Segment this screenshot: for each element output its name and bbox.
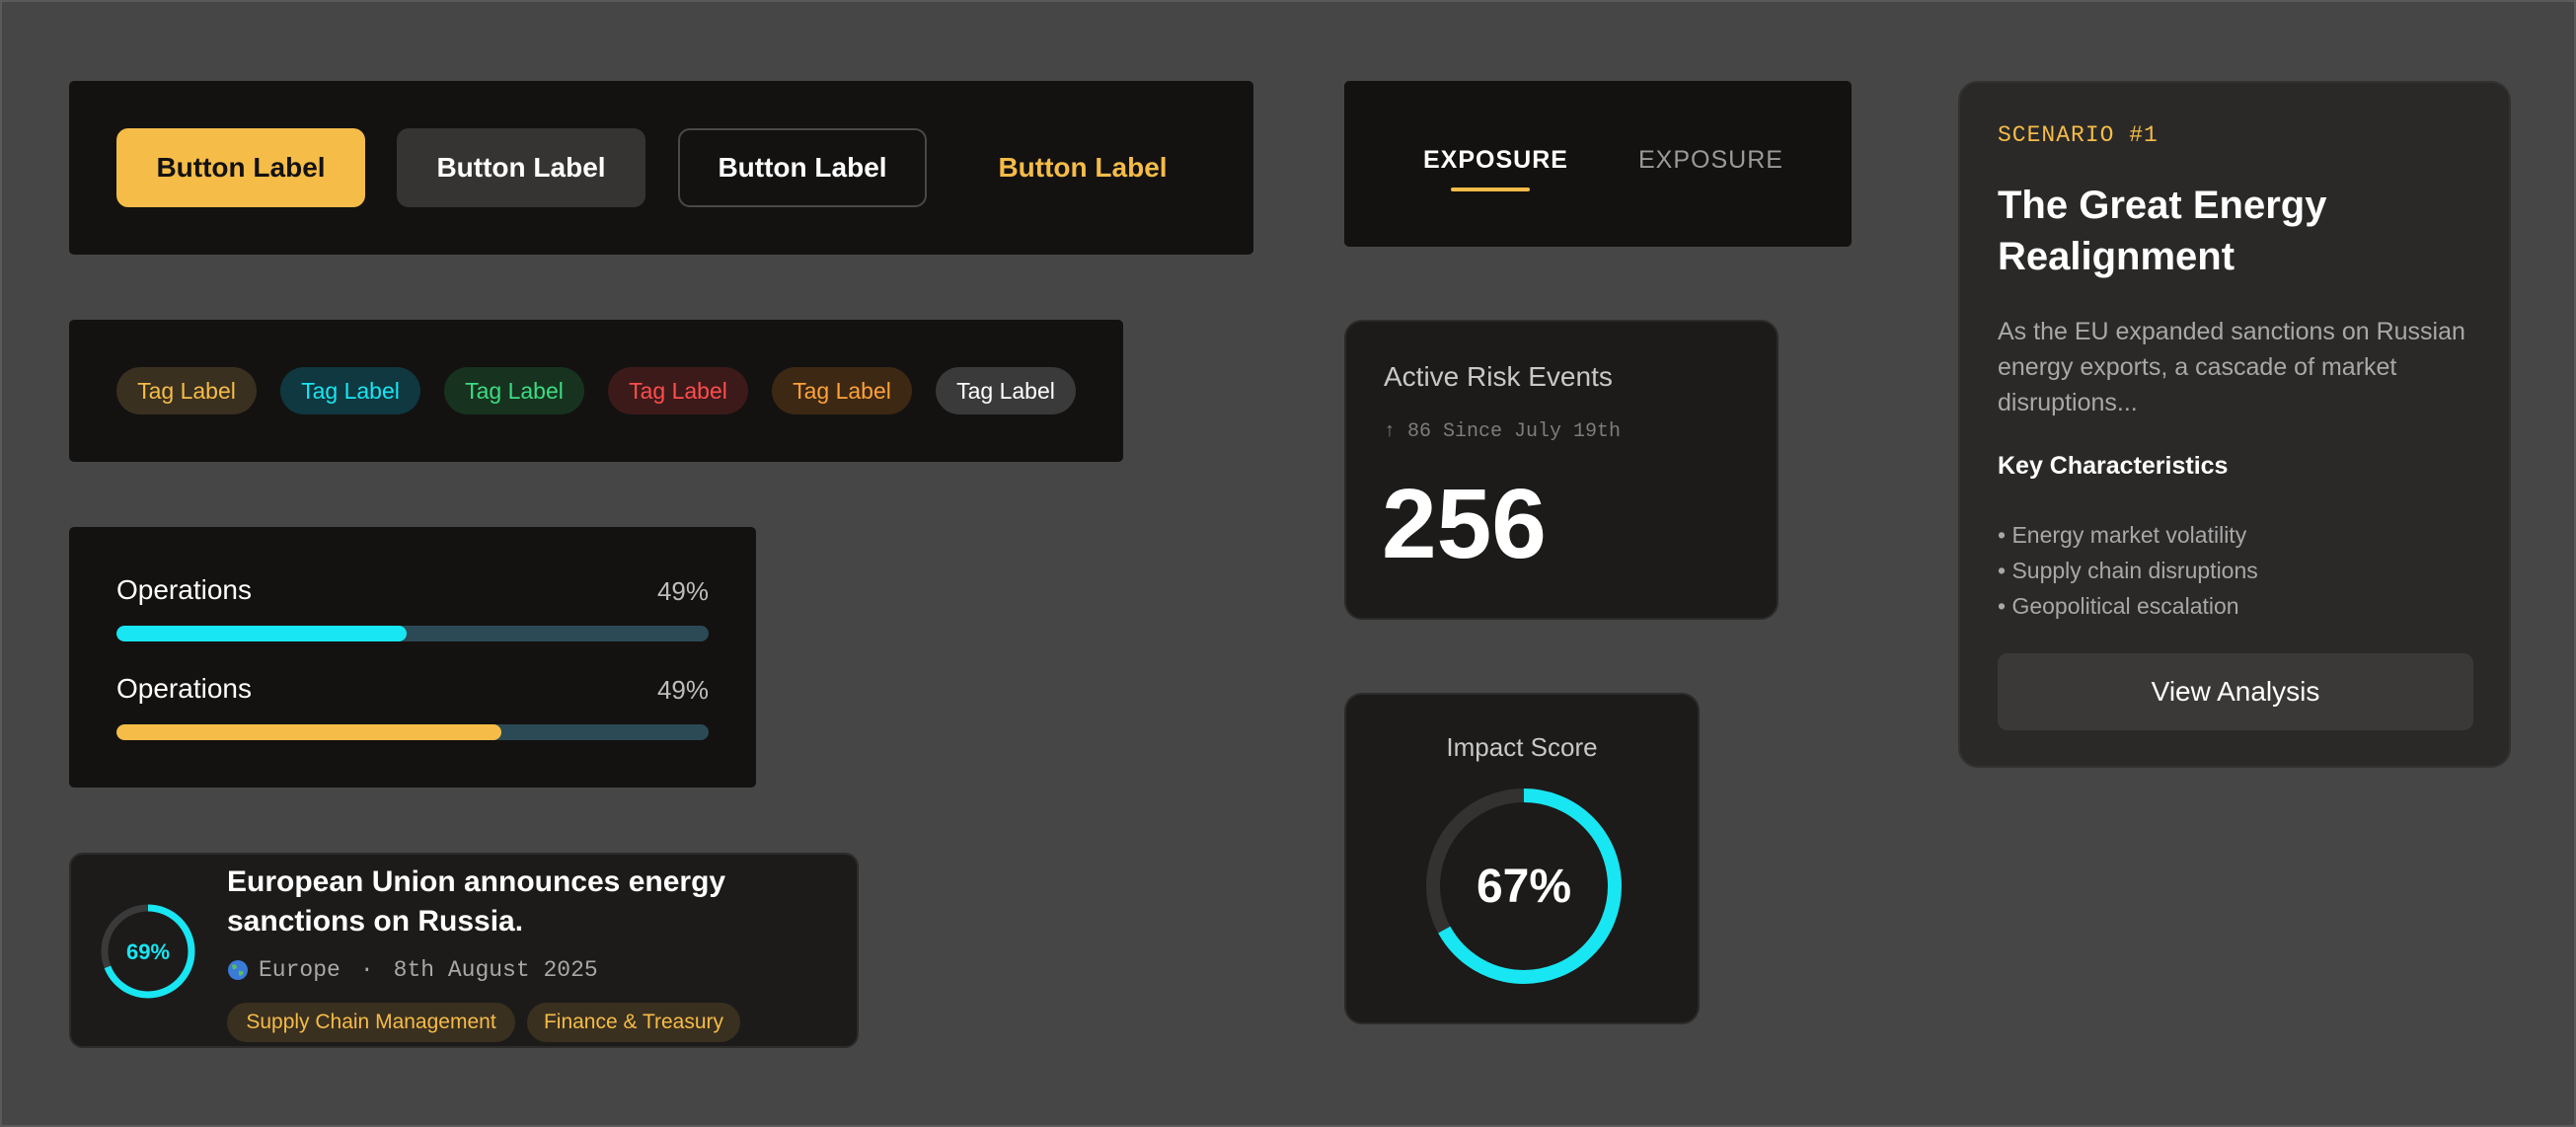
impact-card-title: Impact Score <box>1446 732 1598 762</box>
tag-orange: Tag Label <box>772 367 912 414</box>
active-risk-card: Active Risk Events ↑ 86 Since July 19th … <box>1344 320 1779 620</box>
tab-active-indicator <box>1451 188 1530 191</box>
news-tag: Finance & Treasury <box>527 1003 740 1042</box>
progress-value: 49% <box>656 576 709 606</box>
news-meta: Europe · 8th August 2025 <box>227 957 598 983</box>
scenario-title: The Great Energy Realignment <box>1998 184 2327 278</box>
news-headline[interactable]: European Union announces energy sanction… <box>227 863 780 941</box>
impact-score-text: 67% <box>1477 861 1571 913</box>
scenario-description: As the EU expanded sanctions on Russian … <box>1998 318 2465 416</box>
tabs-panel: EXPOSURE EXPOSURE <box>1344 81 1852 247</box>
scenario-characteristics-list: • Energy market volatility • Supply chai… <box>1998 517 2258 624</box>
tag-neutral: Tag Label <box>936 367 1076 414</box>
tag-red: Tag Label <box>608 367 748 414</box>
globe-icon <box>228 960 248 980</box>
risk-card-change: ↑ 86 Since July 19th <box>1384 420 1622 443</box>
progress-bar-yellow <box>116 724 709 740</box>
impact-score-gauge: 67% <box>1426 789 1622 984</box>
progress-fill <box>116 724 501 740</box>
tab-exposure[interactable]: EXPOSURE <box>1638 146 1783 175</box>
scenario-card: SCENARIO #1 The Great Energy Realignment… <box>1958 81 2511 768</box>
progress-label: Operations <box>116 574 252 605</box>
news-tag: Supply Chain Management <box>227 1003 515 1042</box>
list-item: • Geopolitical escalation <box>1998 593 2239 619</box>
meta-separator: · <box>359 957 374 983</box>
impact-score-card: Impact Score 67% <box>1344 693 1700 1024</box>
progress-panel: Operations 49% Operations 49% <box>69 527 756 788</box>
tab-exposure-active[interactable]: EXPOSURE <box>1423 146 1568 175</box>
secondary-button[interactable]: Button Label <box>397 128 645 207</box>
news-score-text: 69% <box>126 939 170 964</box>
scenario-characteristics-heading: Key Characteristics <box>1998 452 2229 480</box>
button-showcase-panel: Button Label Button Label Button Label B… <box>69 81 1253 255</box>
news-card[interactable]: 69% European Union announces energy sanc… <box>69 853 859 1048</box>
ghost-button[interactable]: Button Label <box>958 128 1207 207</box>
progress-bar-cyan <box>116 626 709 641</box>
list-item: • Supply chain disruptions <box>1998 558 2258 583</box>
list-item: • Energy market volatility <box>1998 522 2247 548</box>
progress-fill <box>116 626 407 641</box>
risk-card-title: Active Risk Events <box>1384 361 1613 392</box>
progress-value: 49% <box>656 675 709 705</box>
outline-button[interactable]: Button Label <box>678 128 927 207</box>
scenario-eyebrow: SCENARIO #1 <box>1998 122 2159 148</box>
view-analysis-button[interactable]: View Analysis <box>1998 653 2473 730</box>
tag-green: Tag Label <box>444 367 584 414</box>
news-date: 8th August 2025 <box>393 957 598 983</box>
risk-card-value: 256 <box>1382 469 1547 579</box>
news-region: Europe <box>259 957 341 983</box>
tag-cyan: Tag Label <box>280 367 420 414</box>
primary-button[interactable]: Button Label <box>116 128 365 207</box>
tag-yellow: Tag Label <box>116 367 257 414</box>
tag-showcase-panel: Tag Label Tag Label Tag Label Tag Label … <box>69 320 1123 462</box>
news-score-gauge: 69% <box>101 904 195 999</box>
progress-label: Operations <box>116 673 252 704</box>
